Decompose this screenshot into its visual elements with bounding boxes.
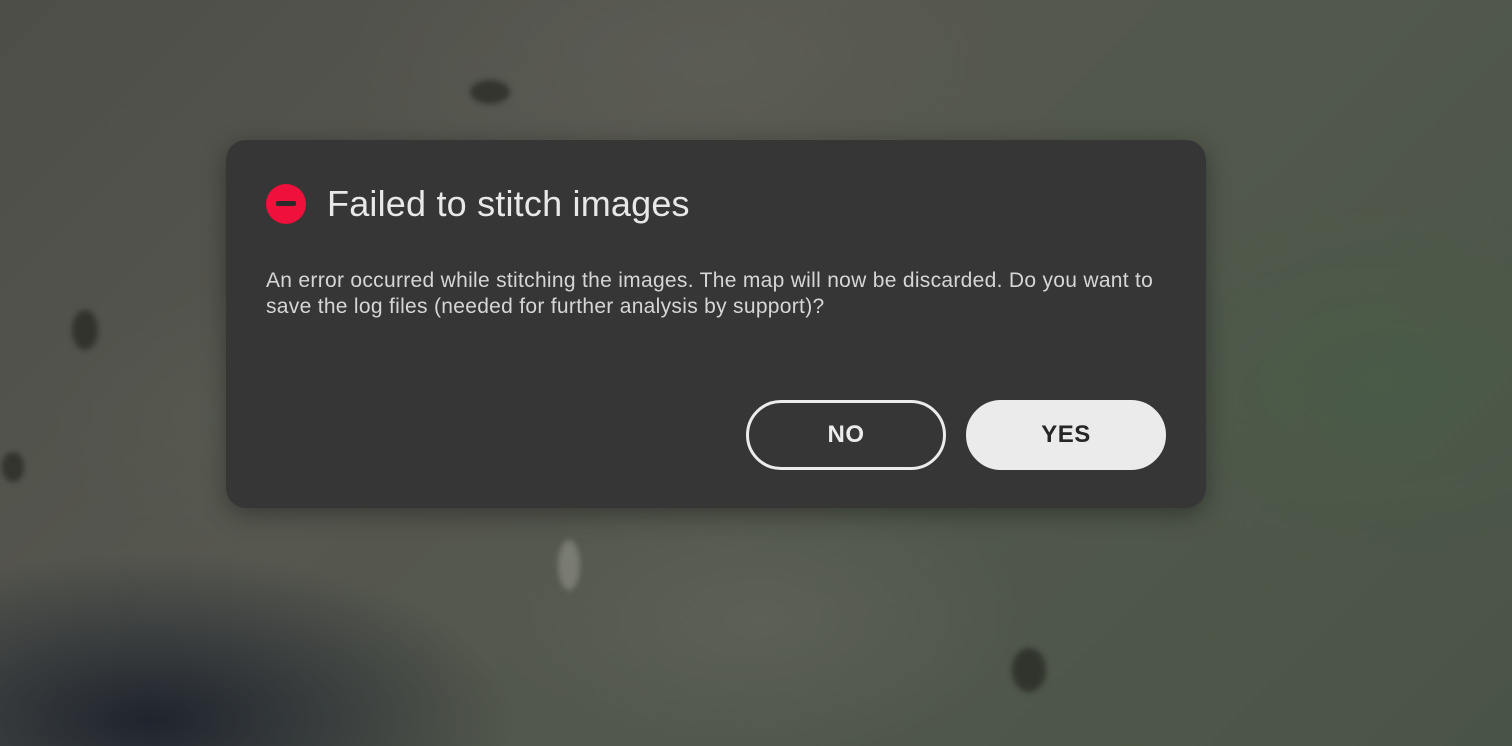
map-terrain-feature — [1012, 648, 1046, 692]
map-terrain-feature — [470, 80, 510, 104]
no-button[interactable]: NO — [746, 400, 946, 470]
error-minus-circle-icon — [266, 184, 306, 224]
yes-button[interactable]: YES — [966, 400, 1166, 470]
dialog-header: Failed to stitch images — [266, 183, 690, 224]
dialog-message: An error occurred while stitching the im… — [266, 269, 1154, 318]
error-dialog: Failed to stitch images An error occurre… — [226, 140, 1206, 508]
map-terrain-feature — [558, 540, 580, 590]
dialog-title: Failed to stitch images — [327, 183, 690, 224]
map-terrain-feature — [2, 452, 24, 482]
map-terrain-feature — [72, 310, 98, 350]
